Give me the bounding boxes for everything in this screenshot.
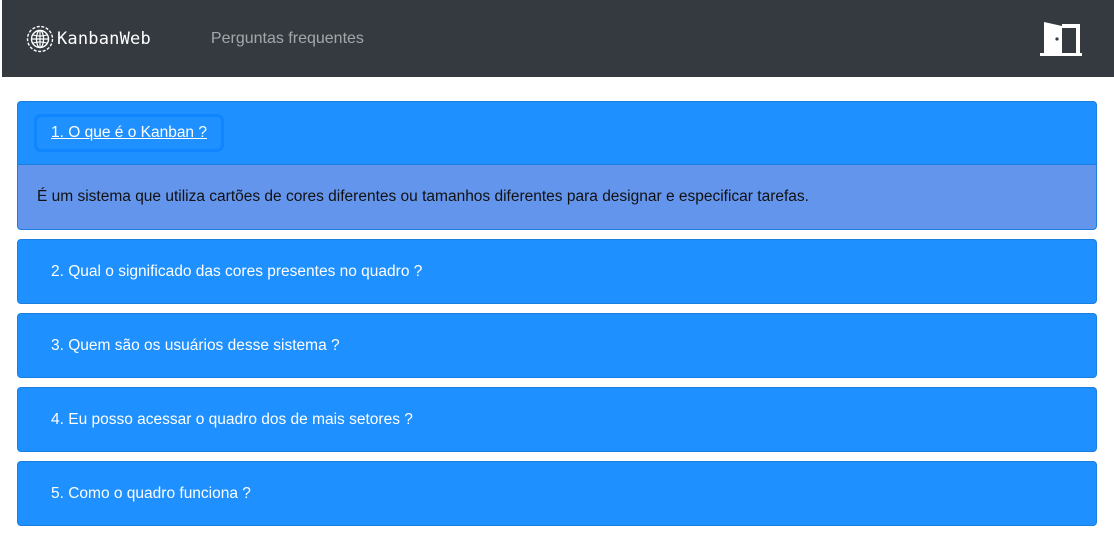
faq-card-header: 3. Quem são os usuários desse sistema ?: [18, 314, 1096, 377]
faq-card-header: 2. Qual o significado das cores presente…: [18, 240, 1096, 303]
faq-card-5: 5. Como o quadro funciona ?: [17, 461, 1097, 526]
faq-card-3: 3. Quem são os usuários desse sistema ?: [17, 313, 1097, 378]
faq-question-5-button[interactable]: 5. Como o quadro funciona ?: [37, 478, 265, 510]
faq-question-4-button[interactable]: 4. Eu posso acessar o quadro dos de mais…: [37, 404, 427, 436]
faq-card-header: 5. Como o quadro funciona ?: [18, 462, 1096, 525]
brand-link[interactable]: KanbanWeb: [26, 19, 151, 59]
faq-answer-1: É um sistema que utiliza cartões de core…: [18, 165, 1096, 229]
faq-card-header: 1. O que é o Kanban ?: [18, 102, 1096, 165]
brand-name: KanbanWeb: [57, 28, 151, 49]
nav-link-faq[interactable]: Perguntas frequentes: [211, 30, 364, 48]
faq-card-4: 4. Eu posso acessar o quadro dos de mais…: [17, 387, 1097, 452]
faq-card-header: 4. Eu posso acessar o quadro dos de mais…: [18, 388, 1096, 451]
faq-question-2-button[interactable]: 2. Qual o significado das cores presente…: [37, 256, 436, 288]
navbar: KanbanWeb Perguntas frequentes: [2, 0, 1114, 77]
globe-logo-icon: [26, 25, 54, 52]
faq-card-2: 2. Qual o significado das cores presente…: [17, 239, 1097, 304]
faq-card-1: 1. O que é o Kanban ? É um sistema que u…: [17, 101, 1097, 230]
faq-question-1-button[interactable]: 1. O que é o Kanban ?: [37, 117, 221, 149]
faq-question-3-button[interactable]: 3. Quem são os usuários desse sistema ?: [37, 330, 354, 362]
faq-accordion: 1. O que é o Kanban ? É um sistema que u…: [17, 101, 1097, 534]
door-exit-icon[interactable]: [1040, 21, 1082, 57]
